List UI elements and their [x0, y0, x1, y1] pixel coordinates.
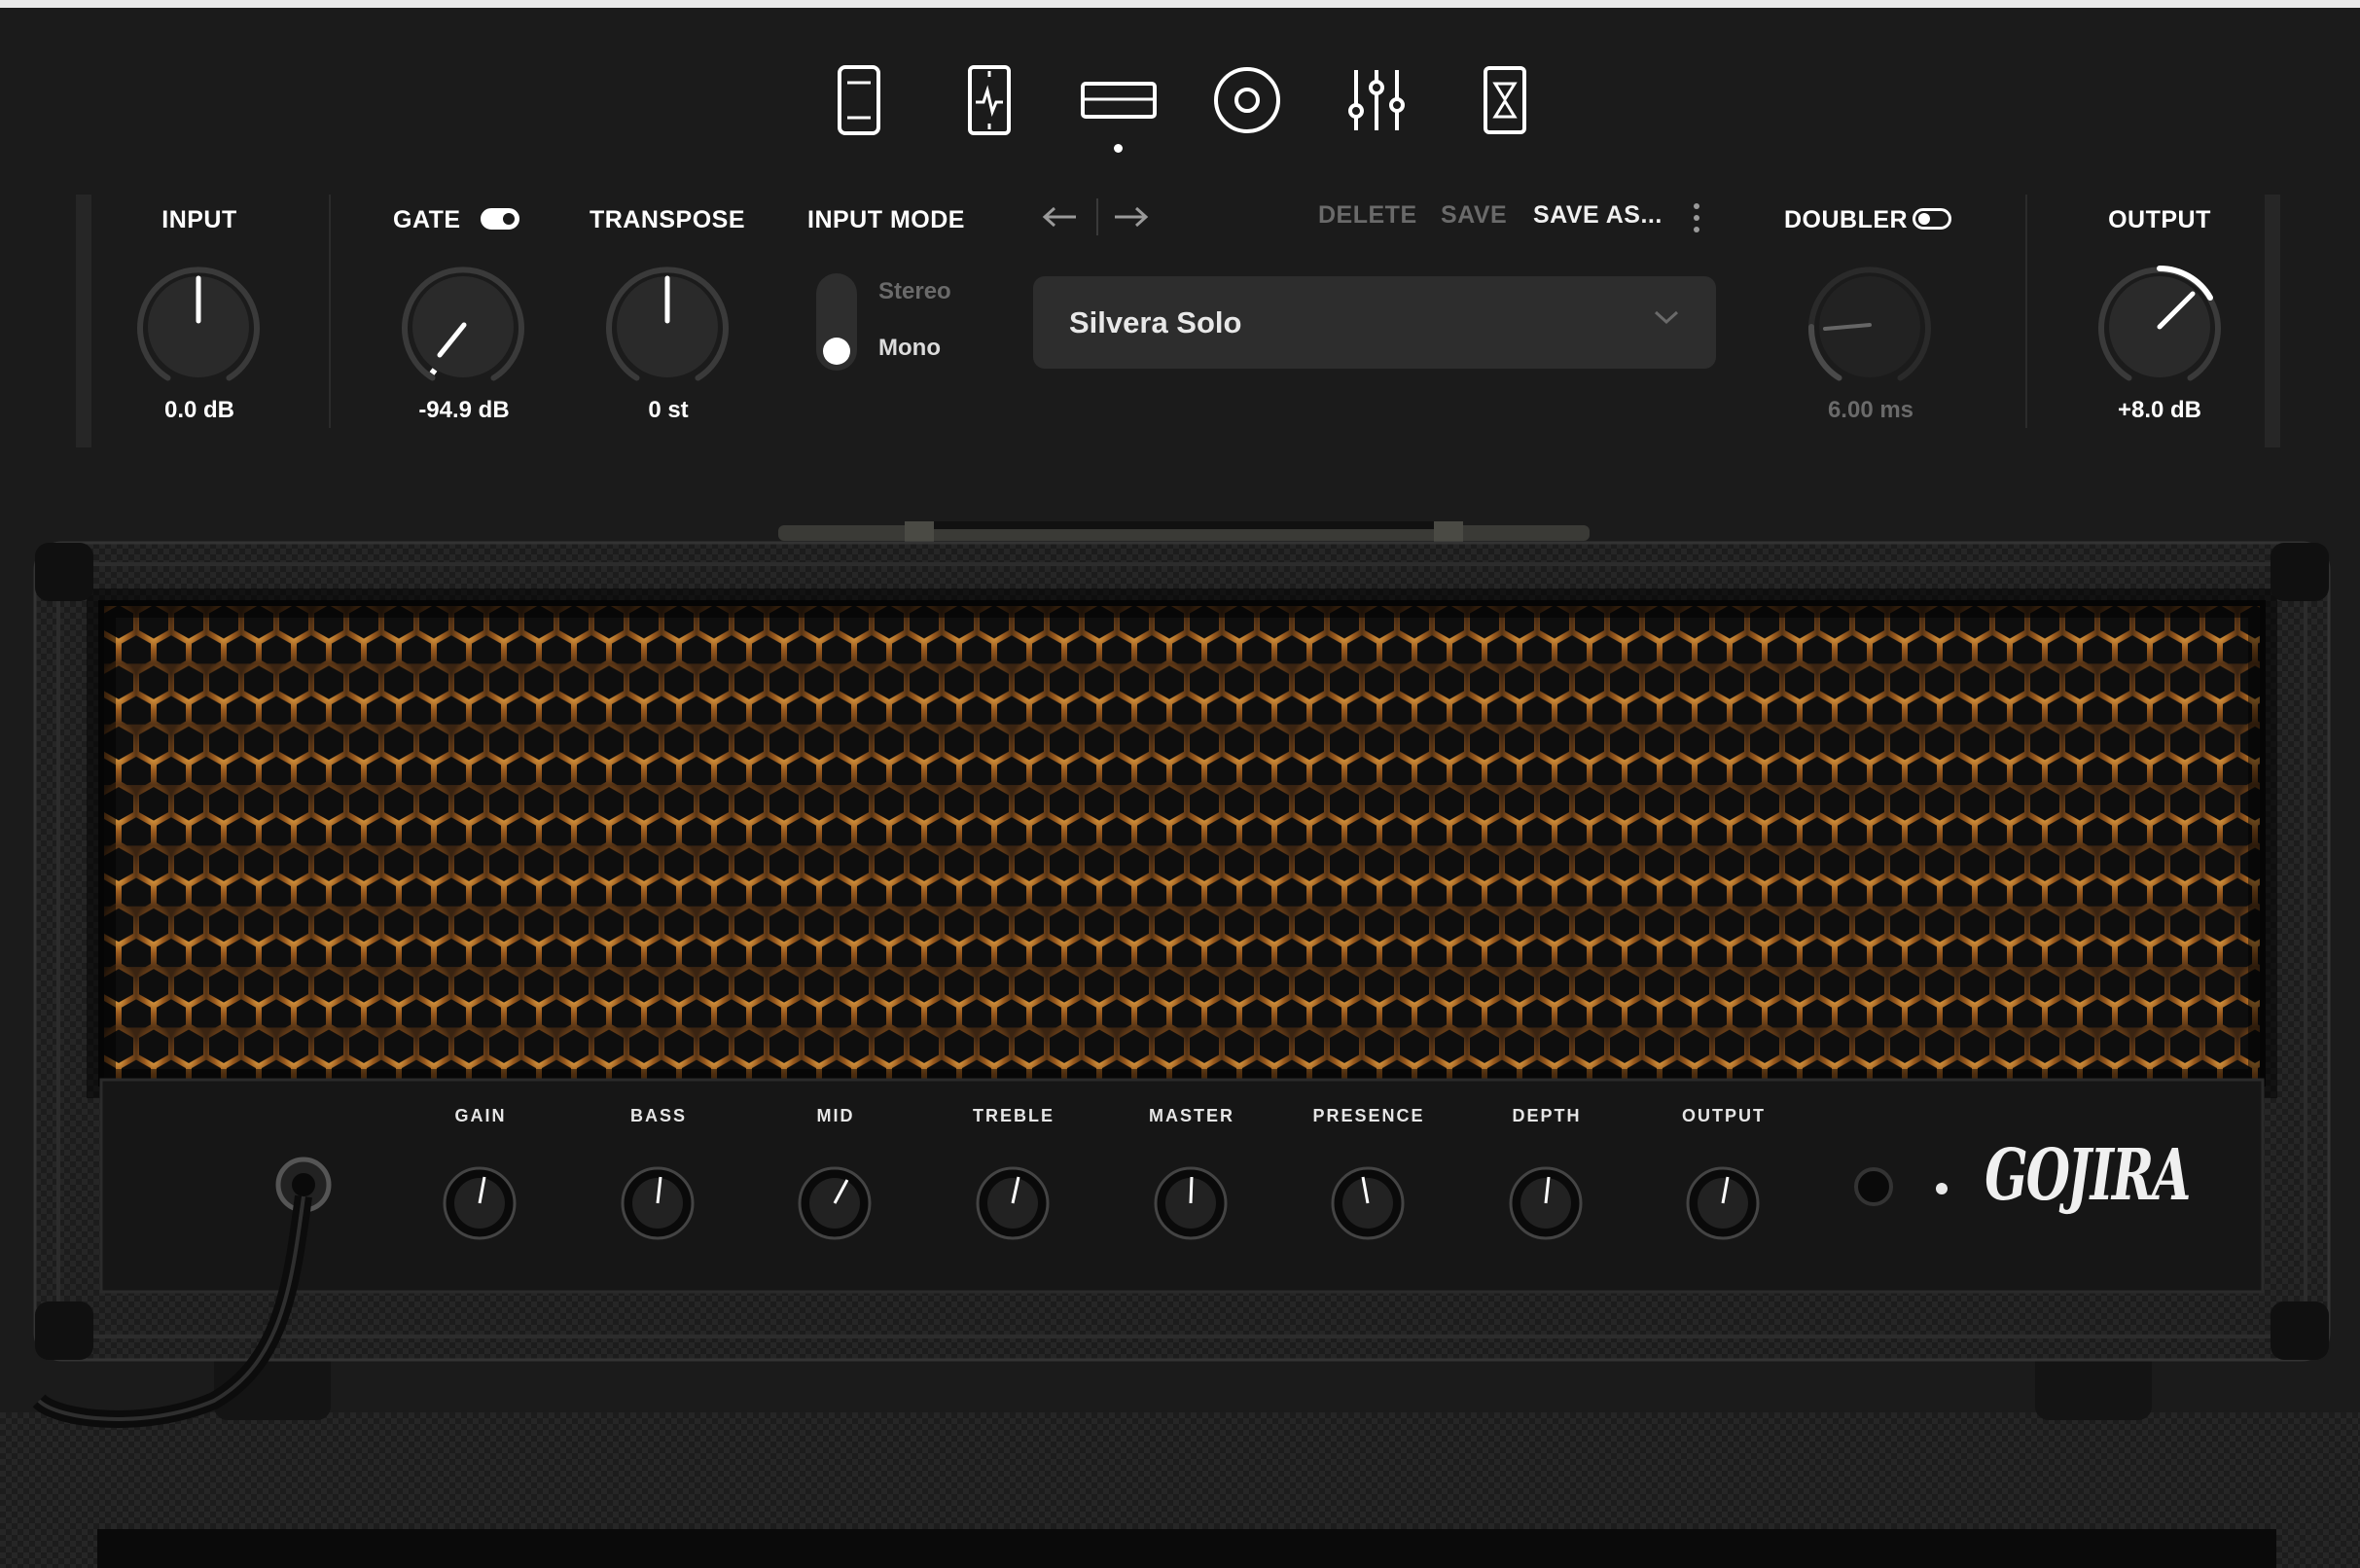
amp-presence-label: PRESENCE	[1312, 1106, 1425, 1125]
amp-output-knob[interactable]	[1667, 1148, 1779, 1260]
output-knob[interactable]	[2088, 255, 2232, 399]
amp-master-label: MASTER	[1149, 1106, 1234, 1125]
amp-output-label: OUTPUT	[1682, 1106, 1766, 1125]
save-preset-button[interactable]: SAVE	[1441, 201, 1507, 230]
separator	[1096, 198, 1098, 235]
input-mode-stereo[interactable]: Stereo	[878, 278, 995, 305]
left-meter-bar	[76, 195, 91, 447]
window-top-edge	[0, 0, 2360, 8]
output-value: +8.0 dB	[2117, 397, 2202, 423]
amp-bass-label: BASS	[629, 1106, 687, 1125]
amp-brand-logo: GOJIRA	[1978, 1134, 2196, 1218]
chevron-down-icon	[1654, 310, 1679, 325]
amp-treble-label: TREBLE	[973, 1106, 1055, 1125]
doubler-value: 6.00 ms	[1827, 397, 1914, 423]
undo-arrow-icon[interactable]	[1041, 202, 1080, 232]
output-label: OUTPUT	[2108, 206, 2211, 233]
doubler-toggle[interactable]	[1913, 208, 1951, 230]
nav-pedal-fx-icon[interactable]	[946, 56, 1033, 144]
gate-toggle[interactable]	[481, 208, 519, 230]
more-options-icon[interactable]	[1690, 200, 1703, 235]
input-mode-switch[interactable]	[816, 273, 857, 371]
nav-pedal-icon[interactable]	[815, 56, 903, 144]
nav-rack-icon[interactable]	[1461, 56, 1549, 144]
input-label: INPUT	[161, 206, 237, 233]
amp-bass-knob[interactable]	[602, 1148, 714, 1260]
gate-label: GATE	[393, 206, 461, 233]
right-meter-bar	[2265, 195, 2280, 447]
amp-depth-knob[interactable]	[1490, 1148, 1602, 1260]
doubler-knob[interactable]	[1798, 255, 1942, 399]
save-as-preset-button[interactable]: SAVE AS...	[1533, 201, 1663, 230]
preset-name: Silvera Solo	[1069, 305, 1242, 339]
active-nav-indicator	[1114, 144, 1123, 153]
delete-preset-button[interactable]: DELETE	[1318, 201, 1417, 230]
doubler-label: DOUBLER	[1784, 206, 1909, 233]
gate-value: -94.9 dB	[418, 397, 510, 423]
nav-sliders-icon[interactable]	[1333, 56, 1420, 144]
input-knob[interactable]	[126, 255, 270, 399]
input-mode-mono[interactable]: Mono	[878, 335, 995, 362]
nav-speaker-icon[interactable]	[1203, 56, 1291, 144]
amp-presence-knob[interactable]	[1312, 1148, 1424, 1260]
app-window: INPUT 0.0 dB GATE -94.9 dB TRANSPOSE 0 s…	[0, 0, 2360, 1568]
input-mode-label: INPUT MODE	[807, 206, 965, 233]
amp-gain-label: GAIN	[454, 1106, 507, 1125]
transpose-value: 0 st	[648, 397, 689, 423]
amp-master-knob[interactable]	[1135, 1148, 1247, 1260]
transpose-label: TRANSPOSE	[589, 206, 746, 233]
separator	[329, 195, 331, 428]
input-value: 0.0 dB	[163, 397, 235, 423]
preset-selector[interactable]: Silvera Solo	[1033, 276, 1716, 369]
amp-mid-knob[interactable]	[779, 1148, 891, 1260]
amp-depth-label: DEPTH	[1512, 1106, 1582, 1125]
nav-amp-head-icon[interactable]	[1075, 56, 1162, 144]
transpose-knob[interactable]	[595, 255, 739, 399]
separator	[2025, 195, 2027, 428]
redo-arrow-icon[interactable]	[1111, 202, 1150, 232]
gate-knob[interactable]	[391, 255, 535, 399]
amp-treble-knob[interactable]	[957, 1148, 1069, 1260]
amp-mid-label: MID	[816, 1106, 855, 1125]
amp-head-graphic	[0, 521, 2360, 1568]
amp-gain-knob[interactable]	[424, 1148, 536, 1260]
